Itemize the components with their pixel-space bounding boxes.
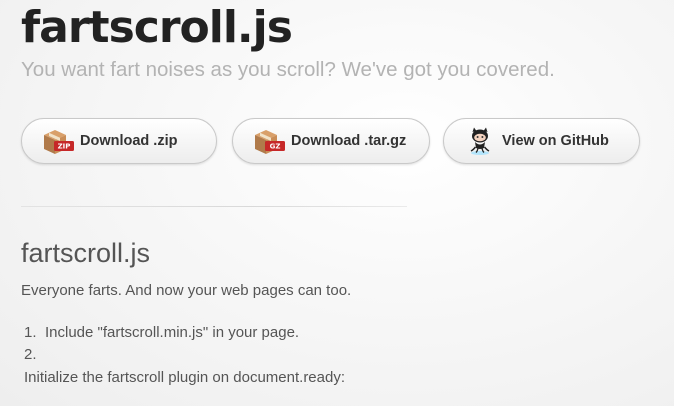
download-tar-label: Download .tar.gz xyxy=(291,133,407,149)
tar-badge: GZ xyxy=(270,143,281,151)
intro-text: Everyone farts. And now your web pages c… xyxy=(21,282,352,299)
step-detail-text: Initialize the fartscroll plugin on docu… xyxy=(24,369,346,386)
download-zip-button[interactable]: ZIP Download .zip xyxy=(21,118,217,164)
tar-archive-icon: GZ xyxy=(252,126,286,156)
tagline: You want fart noises as you scroll? We'v… xyxy=(21,58,555,81)
section-divider xyxy=(21,206,407,207)
step-number: 2. xyxy=(24,346,37,363)
list-item: 2. xyxy=(24,344,345,367)
site-title: fartscroll.js xyxy=(21,2,293,53)
section-title: fartscroll.js xyxy=(21,238,151,268)
zip-badge: ZIP xyxy=(58,143,71,151)
octocat-icon xyxy=(463,126,497,156)
zip-archive-icon: ZIP xyxy=(41,126,75,156)
download-tar-button[interactable]: GZ Download .tar.gz xyxy=(232,118,430,164)
steps-list: 1. Include "fartscroll.min.js" in your pa… xyxy=(24,322,345,389)
view-on-github-label: View on GitHub xyxy=(502,133,609,149)
step-text: Include "fartscroll.min.js" in your page… xyxy=(45,324,300,341)
download-zip-label: Download .zip xyxy=(80,133,178,149)
list-item: 1. Include "fartscroll.min.js" in your pa… xyxy=(24,322,345,344)
step-number: 1. xyxy=(24,324,37,341)
view-on-github-button[interactable]: View on GitHub xyxy=(443,118,640,164)
